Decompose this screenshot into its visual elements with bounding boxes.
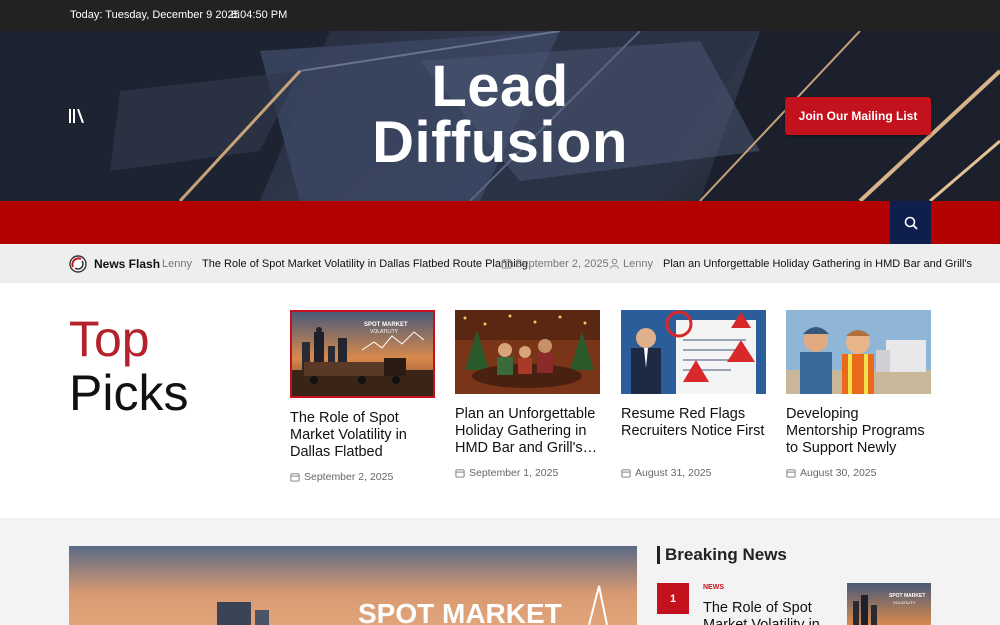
card-meta: September 1, 2025 — [455, 467, 600, 479]
search-button[interactable] — [890, 201, 931, 244]
breaking-thumbnail-image: SPOT MARKET VOLATILITY — [847, 583, 931, 625]
top-picks-heading: Top Picks — [69, 312, 188, 420]
ticker-headline-link[interactable]: Plan an Unforgettable Holiday Gathering … — [663, 258, 972, 270]
featured-image: SPOT MARKET — [69, 546, 637, 625]
top-pick-card[interactable]: Developing Mentorship Programs to Suppor… — [786, 310, 931, 479]
card-date: September 2, 2025 — [304, 471, 394, 483]
card-title-link[interactable]: Plan an Unforgettable Holiday Gathering … — [455, 406, 600, 457]
menu-icon[interactable] — [68, 109, 84, 123]
top-pick-card[interactable]: Plan an Unforgettable Holiday Gathering … — [455, 310, 600, 479]
site-logo[interactable]: Lead Diffusion — [370, 54, 630, 175]
card-thumbnail[interactable] — [455, 310, 600, 394]
top-pick-card[interactable]: SPOT MARKET VOLATILITY The Role of Spot … — [290, 310, 435, 483]
user-icon — [610, 258, 619, 269]
dallas-skyline-image: SPOT MARKET VOLATILITY — [292, 312, 433, 396]
card-meta: September 2, 2025 — [290, 471, 435, 483]
featured-article-image[interactable]: SPOT MARKET — [69, 546, 637, 625]
card-title-link[interactable]: The Role of Spot Market Volatility in Da… — [290, 410, 435, 461]
current-time: 8:04:50 PM — [231, 9, 288, 21]
search-icon — [904, 216, 918, 230]
card-date: August 30, 2025 — [800, 467, 877, 479]
calendar-icon — [501, 259, 512, 269]
calendar-icon — [455, 469, 465, 478]
thumbnail-caption: VOLATILITY — [893, 600, 916, 605]
ticker-author[interactable]: Lenny — [623, 258, 653, 270]
ticker-date: September 2, 2025 — [515, 258, 609, 270]
top-picks-heading-line-2: Picks — [69, 365, 189, 421]
card-thumbnail[interactable] — [786, 310, 931, 394]
resume-red-flags-image — [621, 310, 766, 394]
mentorship-truckers-image — [786, 310, 931, 394]
calendar-icon — [621, 469, 631, 478]
breaking-item-thumbnail[interactable]: SPOT MARKET VOLATILITY — [847, 583, 931, 625]
ticker-headline-link[interactable]: The Role of Spot Market Volatility in Da… — [202, 258, 528, 270]
site-header: Lead Diffusion Join Our Mailing List — [0, 31, 1000, 201]
holiday-gathering-image — [455, 310, 600, 394]
card-title-link[interactable]: Developing Mentorship Programs to Suppor… — [786, 406, 931, 457]
card-date: August 31, 2025 — [635, 467, 712, 479]
logo-line-1: Lead — [431, 54, 569, 119]
news-flash-label: News Flash — [94, 257, 161, 271]
breaking-item-title-link[interactable]: The Role of Spot Market Volatility in — [703, 600, 833, 625]
top-bar: Today: Tuesday, December 9 2025 8:04:50 … — [0, 0, 1000, 31]
card-meta: August 30, 2025 — [786, 467, 931, 479]
breaking-item-category[interactable]: NEWS — [703, 584, 724, 591]
join-mailing-list-button[interactable]: Join Our Mailing List — [785, 97, 931, 135]
card-meta: August 31, 2025 — [621, 467, 766, 479]
card-date: September 1, 2025 — [469, 467, 559, 479]
ticker-author[interactable]: Lenny — [162, 258, 192, 270]
card-title-link[interactable]: Resume Red Flags Recruiters Notice First — [621, 406, 766, 457]
breaking-item-number: 1 — [657, 583, 689, 614]
calendar-icon — [786, 469, 796, 478]
card-thumbnail[interactable] — [621, 310, 766, 394]
card-thumbnail[interactable]: SPOT MARKET VOLATILITY — [290, 310, 435, 398]
logo-line-2: Diffusion — [372, 110, 628, 175]
thumbnail-caption: SPOT MARKET — [889, 593, 925, 599]
featured-image-caption: SPOT MARKET — [358, 598, 562, 625]
top-pick-card[interactable]: Resume Red Flags Recruiters Notice First… — [621, 310, 766, 479]
thumbnail-caption: VOLATILITY — [370, 329, 399, 335]
current-date: Today: Tuesday, December 9 2025 — [70, 9, 240, 21]
breaking-news-heading: Breaking News — [657, 546, 787, 564]
calendar-icon — [290, 473, 300, 482]
main-nav-bar — [0, 201, 1000, 244]
thumbnail-caption: SPOT MARKET — [364, 322, 408, 328]
top-picks-heading-line-1: Top — [69, 311, 150, 367]
news-flash-icon — [69, 255, 87, 273]
news-flash-ticker: News Flash Lenny The Role of Spot Market… — [0, 244, 1000, 283]
